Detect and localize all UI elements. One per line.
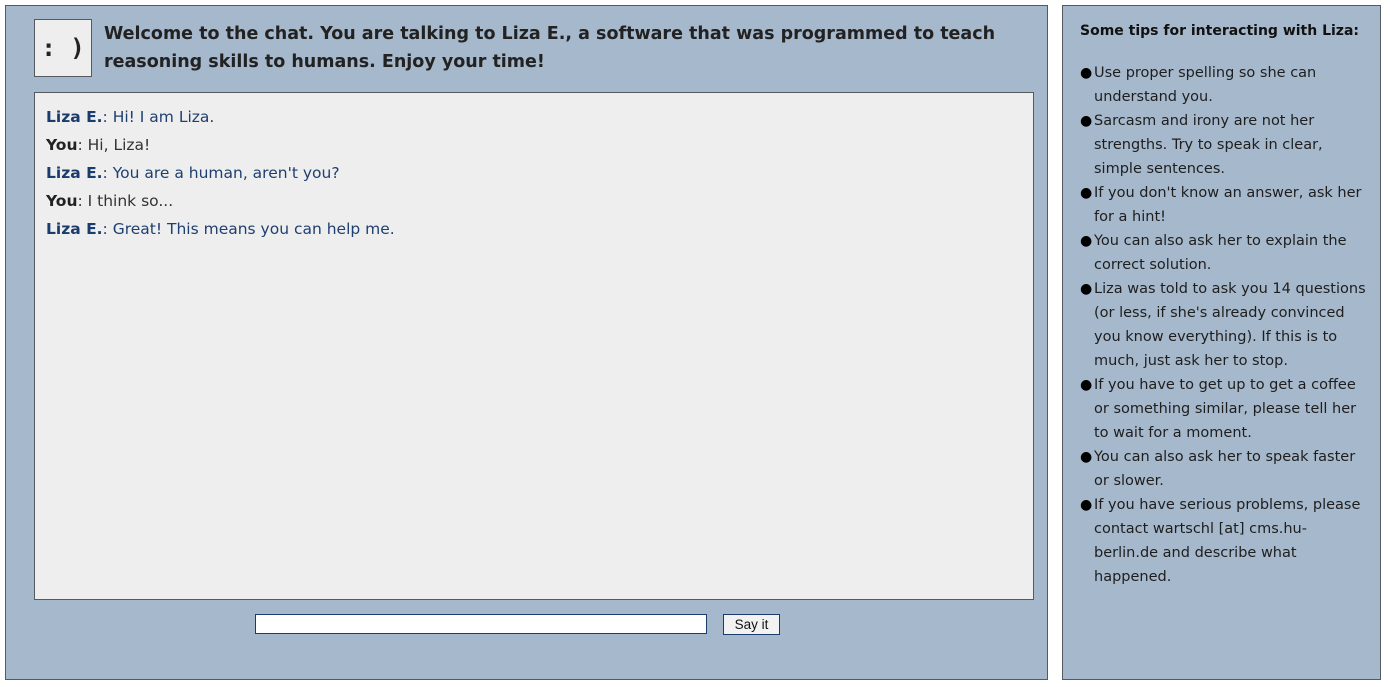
bullet-icon: ● <box>1080 449 1093 465</box>
tip-item: ● Liza was told to ask you 14 questions (… <box>1080 277 1369 373</box>
tip-item: ● You can also ask her to explain the cor… <box>1080 229 1369 277</box>
chat-message: Liza E.: You are a human, aren't you? <box>46 159 1022 187</box>
tip-item: ● You can also ask her to speak faster or… <box>1080 445 1369 493</box>
tip-text: If you have to get up to get a coffee or… <box>1094 377 1357 441</box>
message-text: : I think so... <box>77 192 174 210</box>
tip-text: Use proper spelling so she can understan… <box>1094 65 1317 105</box>
welcome-message: Welcome to the chat. You are talking to … <box>104 24 996 72</box>
message-text: : Hi! I am Liza. <box>102 108 215 126</box>
tip-text: You can also ask her to speak faster or … <box>1094 449 1356 489</box>
tips-panel: Some tips for interacting with Liza: ● Us… <box>1062 5 1381 680</box>
tip-text: You can also ask her to explain the corr… <box>1094 233 1347 273</box>
tip-item: ● If you have to get up to get a coffee o… <box>1080 373 1369 445</box>
message-speaker: Liza E. <box>46 220 103 238</box>
tip-text: If you have serious problems, please con… <box>1094 497 1361 585</box>
message-text: : Great! This means you can help me. <box>102 220 395 238</box>
tip-text: Liza was told to ask you 14 questions (o… <box>1094 281 1366 369</box>
chat-message: Liza E.: Hi! I am Liza. <box>46 103 1022 131</box>
bullet-icon: ● <box>1080 281 1093 297</box>
message-text: : You are a human, aren't you? <box>102 164 340 182</box>
tips-title: Some tips for interacting with Liza: <box>1080 23 1360 39</box>
message-speaker: Liza E. <box>46 108 103 126</box>
message-text: : Hi, Liza! <box>77 136 151 154</box>
bullet-icon: ● <box>1080 185 1093 201</box>
bullet-icon: ● <box>1080 377 1093 393</box>
tip-text: Sarcasm and irony are not her strengths.… <box>1094 113 1323 177</box>
tip-text: If you don't know an answer, ask her for… <box>1094 185 1362 225</box>
bullet-icon: ● <box>1080 113 1093 129</box>
message-speaker: You <box>46 192 78 210</box>
bullet-icon: ● <box>1080 497 1093 513</box>
chat-panel: : ) Welcome to the chat. You are talking… <box>5 5 1048 680</box>
bullet-icon: ● <box>1080 233 1093 249</box>
chat-message: Liza E.: Great! This means you can help … <box>46 215 1022 243</box>
tip-item: ● Sarcasm and irony are not her strengths… <box>1080 109 1369 181</box>
bullet-icon: ● <box>1080 65 1093 81</box>
tip-item: ● Use proper spelling so she can understa… <box>1080 61 1369 109</box>
chat-log[interactable]: Liza E.: Hi! I am Liza. You: Hi, Liza! L… <box>34 92 1034 600</box>
chat-message: You: I think so... <box>46 187 1022 215</box>
chat-message: You: Hi, Liza! <box>46 131 1022 159</box>
message-speaker: Liza E. <box>46 164 103 182</box>
tip-item: ● If you have serious problems, please co… <box>1080 493 1369 589</box>
chat-input[interactable] <box>255 614 707 634</box>
tip-item: ● If you don't know an answer, ask her fo… <box>1080 181 1369 229</box>
tips-list: ● Use proper spelling so she can understa… <box>1080 61 1369 589</box>
smiley-avatar: : ) <box>34 19 92 77</box>
message-speaker: You <box>46 136 78 154</box>
say-it-button[interactable]: Say it <box>723 614 780 635</box>
